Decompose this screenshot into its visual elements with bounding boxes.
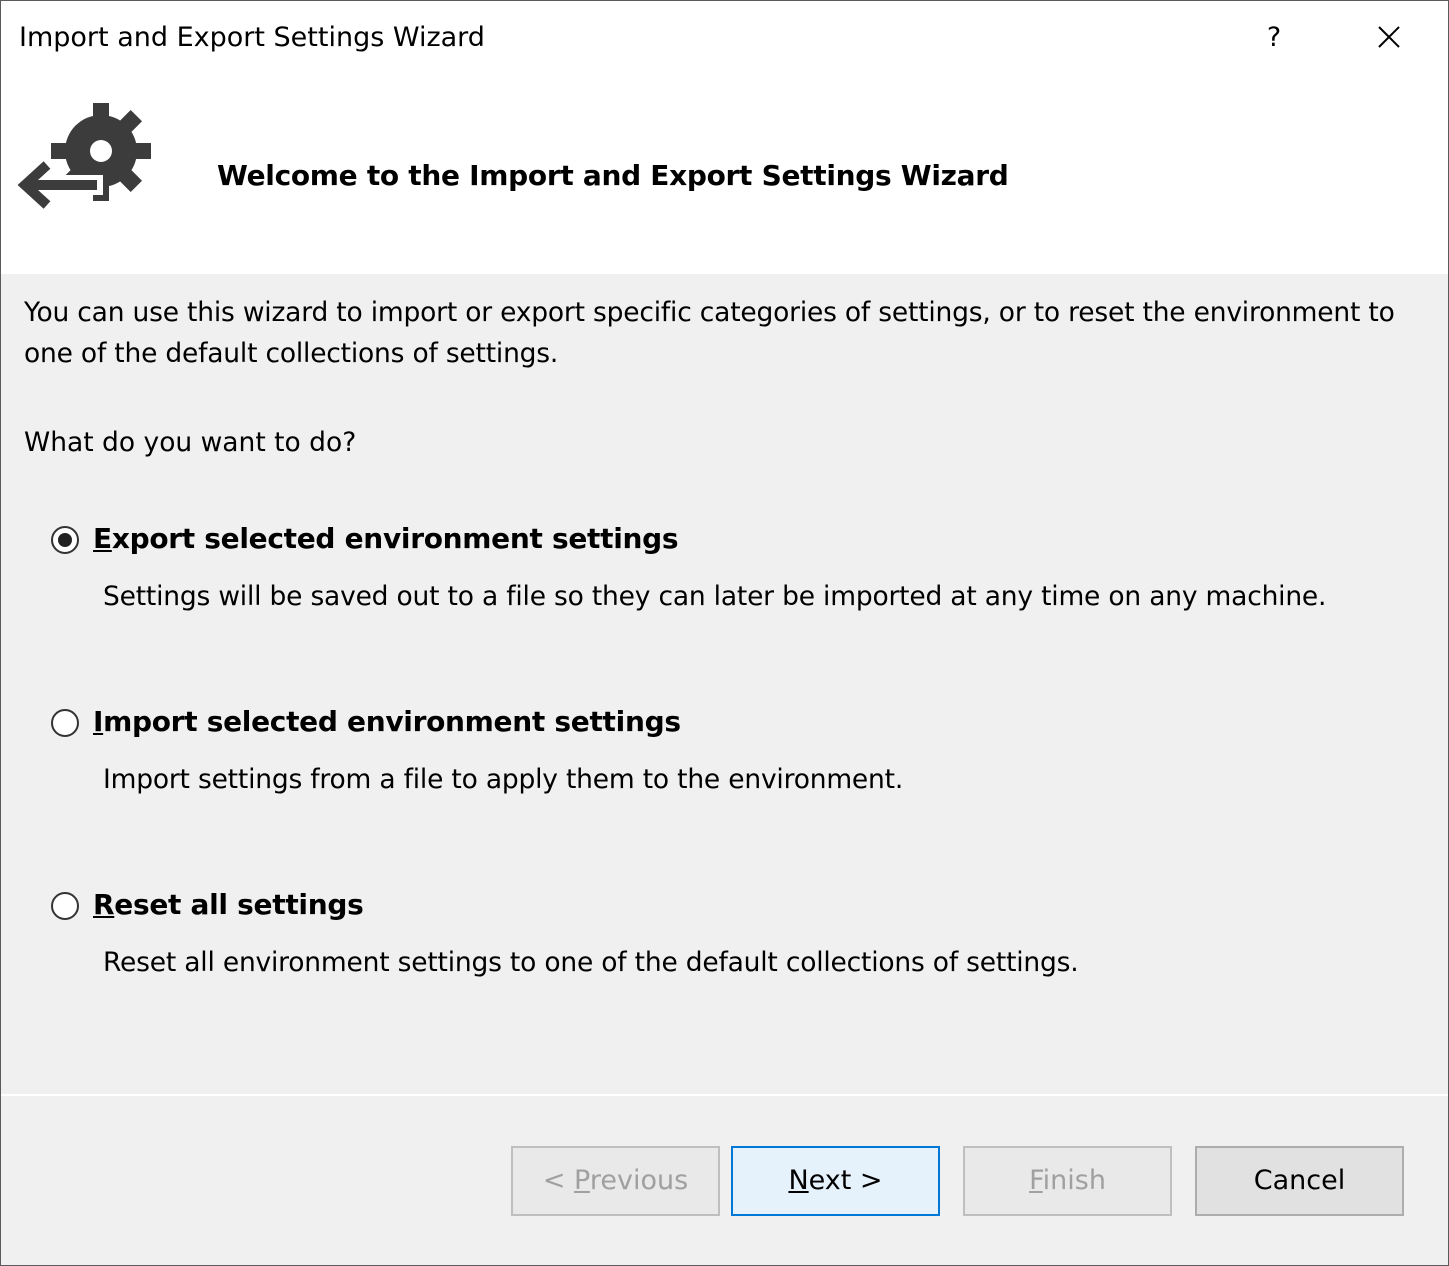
export-radio[interactable] <box>51 526 79 554</box>
close-button[interactable] <box>1361 11 1417 63</box>
settings-gear-arrow-icon <box>17 103 151 209</box>
previous-button[interactable]: < Previous <box>511 1146 720 1216</box>
wizard-header: Welcome to the Import and Export Setting… <box>1 77 1448 274</box>
next-button[interactable]: Next > <box>731 1146 940 1216</box>
reset-label[interactable]: Reset all settings <box>93 886 364 924</box>
wizard-dialog: Import and Export Settings Wizard ? Welc… <box>0 0 1449 1266</box>
import-radio[interactable] <box>51 709 79 737</box>
help-button[interactable]: ? <box>1246 11 1302 63</box>
footer-separator <box>1 1094 1448 1096</box>
window-title: Import and Export Settings Wizard <box>19 22 485 53</box>
help-icon: ? <box>1266 21 1282 53</box>
page-title: Welcome to the Import and Export Setting… <box>217 159 1009 192</box>
import-description: Import settings from a file to apply the… <box>103 764 904 795</box>
cancel-button[interactable]: Cancel <box>1195 1146 1404 1216</box>
reset-description: Reset all environment settings to one of… <box>103 947 1079 978</box>
export-label[interactable]: Export selected environment settings <box>93 520 679 558</box>
finish-button[interactable]: Finish <box>963 1146 1172 1216</box>
reset-radio[interactable] <box>51 892 79 920</box>
export-description: Settings will be saved out to a file so … <box>103 581 1327 612</box>
title-bar: Import and Export Settings Wizard ? <box>1 1 1448 77</box>
import-label[interactable]: Import selected environment settings <box>93 703 681 741</box>
close-icon <box>1378 26 1400 48</box>
intro-text: You can use this wizard to import or exp… <box>24 297 1395 369</box>
question-text: What do you want to do? <box>24 427 357 458</box>
